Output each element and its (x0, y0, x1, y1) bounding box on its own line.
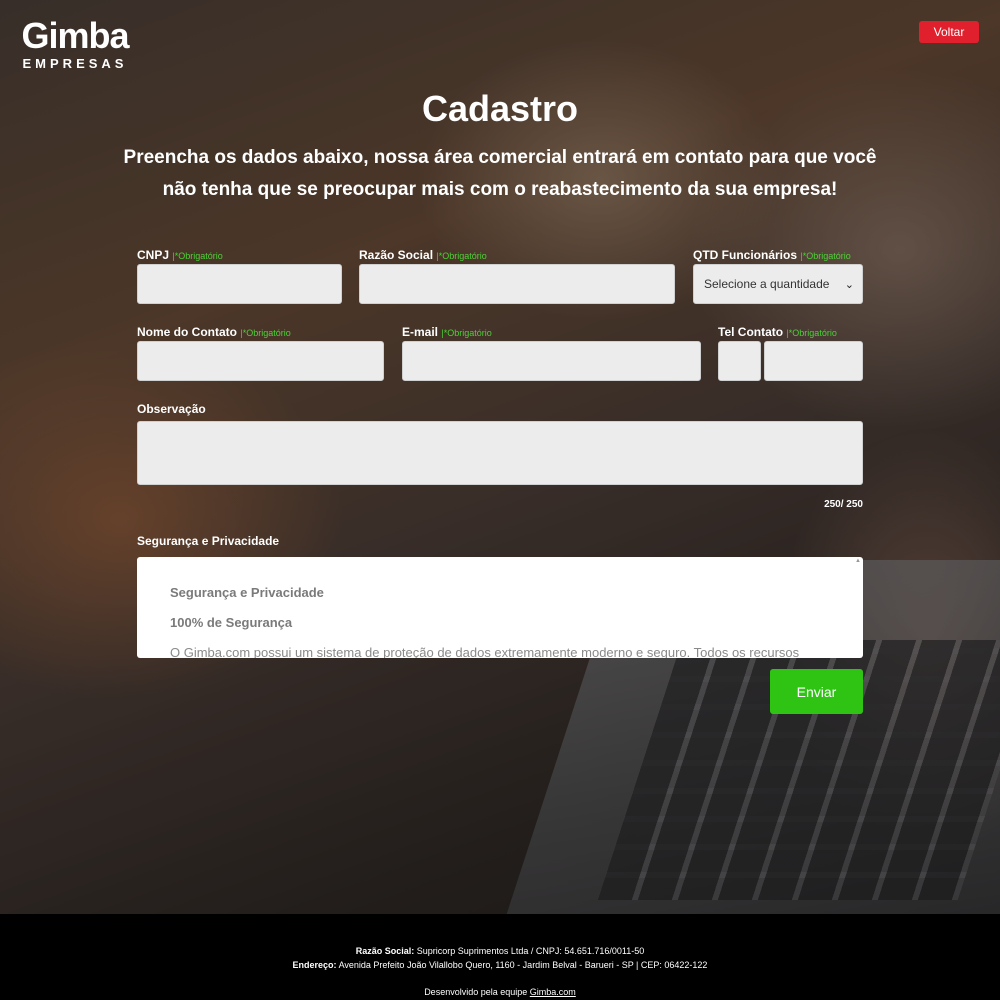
footer-address-line: Endereço: Avenida Prefeito João Vilallob… (0, 960, 1000, 970)
razao-social-label-text: Razão Social (359, 248, 434, 262)
footer-dev-text: Desenvolvido pela equipe (424, 987, 528, 997)
tel-contato-label-text: Tel Contato (718, 325, 784, 339)
privacy-label: Segurança e Privacidade (137, 534, 280, 548)
back-button[interactable]: Voltar (919, 21, 979, 43)
submit-button[interactable]: Enviar (770, 669, 863, 714)
required-note: *Obrigatório (443, 328, 492, 338)
razao-social-input[interactable] (359, 264, 675, 304)
tel-contato-label: Tel Contato |*Obrigatório (718, 325, 837, 339)
gimba-logo[interactable]: Gimba EMPRESAS (20, 15, 130, 72)
footer-endereco-label: Endereço: (292, 960, 337, 970)
razao-social-label: Razão Social |*Obrigatório (359, 248, 487, 262)
footer-company-line: Razão Social: Supricorp Suprimentos Ltda… (0, 946, 1000, 956)
page-content: Gimba EMPRESAS Voltar Cadastro Preencha … (0, 0, 1000, 914)
email-input[interactable] (402, 341, 701, 381)
email-label-text: E-mail (402, 325, 439, 339)
scroll-up-icon[interactable]: ▲ (855, 558, 861, 564)
logo-main-text: Gimba (21, 15, 129, 56)
nome-contato-label: Nome do Contato |*Obrigatório (137, 325, 291, 339)
qtd-funcionarios-label-text: QTD Funcionários (693, 248, 798, 262)
privacy-box-title: Segurança e Privacidade (170, 585, 324, 600)
footer-dev-line: Desenvolvido pela equipe Gimba.com (0, 987, 1000, 997)
observacao-textarea[interactable] (137, 421, 863, 485)
cnpj-input[interactable] (137, 264, 342, 304)
required-note: *Obrigatório (788, 328, 837, 338)
required-note: *Obrigatório (802, 251, 851, 261)
cnpj-label-text: CNPJ (137, 248, 170, 262)
privacy-scroll-box[interactable]: ▲ Segurança e Privacidade 100% de Segura… (137, 557, 863, 658)
tel-ddd-input[interactable] (718, 341, 761, 381)
qtd-funcionarios-label: QTD Funcionários |*Obrigatório (693, 248, 851, 262)
required-note: *Obrigatório (438, 251, 487, 261)
chevron-down-icon: ⌄ (844, 278, 854, 291)
required-note: *Obrigatório (242, 328, 291, 338)
footer-razao-label: Razão Social: (355, 946, 415, 956)
email-label: E-mail |*Obrigatório (402, 325, 492, 339)
qtd-funcionarios-select[interactable]: Selecione a quantidade ⌄ (693, 264, 863, 304)
privacy-box-text: O Gimba.com possui um sistema de proteçã… (170, 645, 800, 658)
nome-contato-label-text: Nome do Contato (137, 325, 237, 339)
page-title: Cadastro (421, 88, 579, 129)
footer-endereco-value: Avenida Prefeito João Vilallobo Quero, 1… (338, 960, 708, 970)
observacao-label: Observação (137, 402, 206, 416)
required-note: *Obrigatório (174, 251, 223, 261)
cnpj-label: CNPJ |*Obrigatório (137, 248, 223, 262)
page-subtitle: Preencha os dados abaixo, nossa área com… (123, 147, 877, 200)
privacy-box-subtitle: 100% de Segurança (170, 615, 293, 630)
char-counter: 250/ 250 (824, 499, 863, 510)
logo-sub-text: EMPRESAS (22, 56, 128, 71)
nome-contato-input[interactable] (137, 341, 384, 381)
tel-number-input[interactable] (764, 341, 863, 381)
qtd-funcionarios-selected: Selecione a quantidade (704, 277, 830, 291)
footer-dev-link[interactable]: Gimba.com (530, 987, 576, 997)
footer: Razão Social: Supricorp Suprimentos Ltda… (0, 914, 1000, 1000)
footer-razao-value: Supricorp Suprimentos Ltda / CNPJ: 54.65… (416, 946, 645, 956)
